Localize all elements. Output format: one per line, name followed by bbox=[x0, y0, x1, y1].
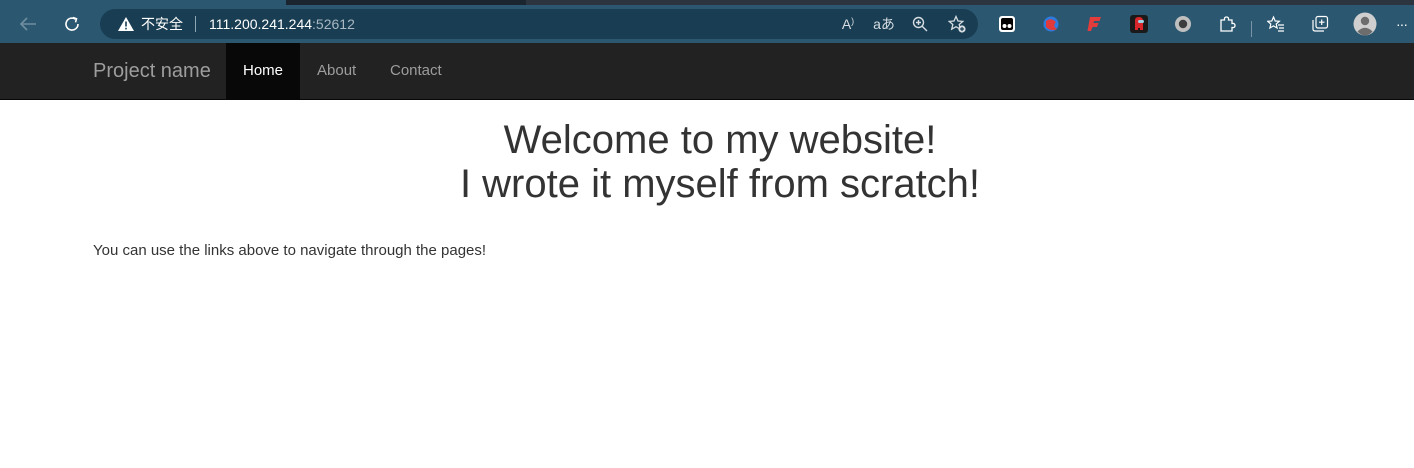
security-status-label[interactable]: 不安全 bbox=[141, 9, 183, 39]
welcome-heading-line1: Welcome to my website! bbox=[503, 118, 937, 162]
extension-circle-icon[interactable] bbox=[1170, 11, 1196, 37]
nav-item-contact[interactable]: Contact bbox=[373, 43, 461, 99]
nav-item-about[interactable]: About bbox=[300, 43, 374, 99]
url-host: 111.200.241.244 bbox=[209, 16, 313, 32]
more-glyph: ··· bbox=[1396, 16, 1408, 32]
url-port: :52612 bbox=[312, 16, 355, 32]
add-favorite-icon[interactable] bbox=[945, 12, 969, 36]
favorites-icon[interactable] bbox=[1263, 11, 1289, 37]
address-bar[interactable]: 不安全 111.200.241.244:52612 A) aあ bbox=[100, 9, 978, 39]
profile-avatar-icon[interactable] bbox=[1352, 11, 1378, 37]
read-aloud-icon[interactable]: A) bbox=[836, 12, 860, 36]
intro-paragraph: You can use the links above to navigate … bbox=[93, 242, 487, 259]
back-button[interactable] bbox=[12, 9, 44, 39]
url-text[interactable]: 111.200.241.244:52612 bbox=[209, 9, 355, 39]
refresh-button[interactable] bbox=[56, 9, 88, 39]
warning-triangle-icon[interactable] bbox=[117, 16, 135, 32]
brand-link[interactable]: Project name bbox=[93, 43, 211, 99]
back-arrow-icon bbox=[19, 17, 37, 31]
extension-tampermonkey-icon[interactable] bbox=[994, 11, 1020, 37]
welcome-heading: Welcome to my website! I wrote it myself… bbox=[0, 118, 1414, 206]
translate-icon[interactable]: aあ bbox=[872, 12, 896, 36]
welcome-heading-line2: I wrote it myself from scratch! bbox=[459, 162, 981, 206]
extensions-puzzle-icon[interactable] bbox=[1214, 11, 1240, 37]
extension-globe-icon[interactable] bbox=[1038, 11, 1064, 37]
site-navbar: Project name Home About Contact bbox=[0, 43, 1414, 100]
browser-toolbar: 不安全 111.200.241.244:52612 A) aあ ··· bbox=[0, 5, 1414, 43]
address-divider bbox=[195, 16, 196, 32]
translate-glyph: aあ bbox=[873, 16, 895, 32]
refresh-icon bbox=[63, 15, 81, 33]
extension-amongus-icon[interactable] bbox=[1126, 11, 1152, 37]
toolbar-divider bbox=[1251, 21, 1252, 37]
nav-item-home[interactable]: Home bbox=[226, 43, 300, 99]
extension-f-icon[interactable] bbox=[1082, 11, 1108, 37]
zoom-icon[interactable] bbox=[908, 12, 932, 36]
read-aloud-glyph: A bbox=[841, 16, 852, 32]
more-icon[interactable]: ··· bbox=[1396, 11, 1414, 37]
collections-icon[interactable] bbox=[1307, 11, 1333, 37]
main-content: Welcome to my website! I wrote it myself… bbox=[0, 100, 1414, 468]
